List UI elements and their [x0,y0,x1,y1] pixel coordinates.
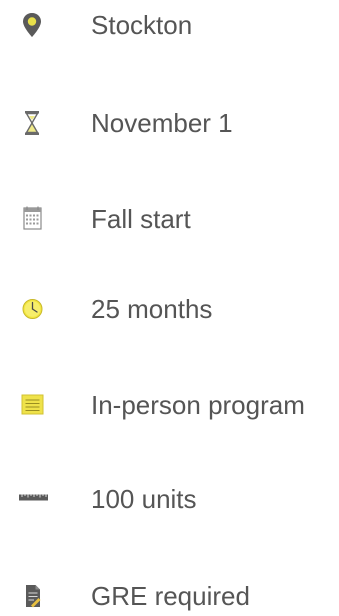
fact-duration: 25 months [0,289,339,329]
calendar-icon [16,199,48,239]
fact-test: GRE required [0,576,339,616]
fact-deadline: November 1 [0,103,339,143]
fact-format: In-person program [0,385,339,425]
hourglass-icon [16,103,48,143]
fact-format-label: In-person program [91,390,305,420]
fact-location-label: Stockton [91,10,193,40]
fact-units-label: 100 units [91,484,197,514]
fact-start-label: Fall start [91,204,191,234]
location-pin-icon [16,5,48,45]
clock-icon [16,289,48,329]
fact-duration-label: 25 months [91,294,213,324]
fact-deadline-label: November 1 [91,108,233,138]
fact-start: Fall start [0,199,339,239]
fact-units: 100 units [0,479,339,519]
document-edit-icon [16,576,48,616]
ruler-icon [16,479,48,519]
fact-test-label: GRE required [91,581,250,611]
notepad-icon [16,385,48,425]
program-facts-list: Stockton November 1 Fall start 25 months… [0,0,339,615]
fact-location: Stockton [0,5,339,45]
